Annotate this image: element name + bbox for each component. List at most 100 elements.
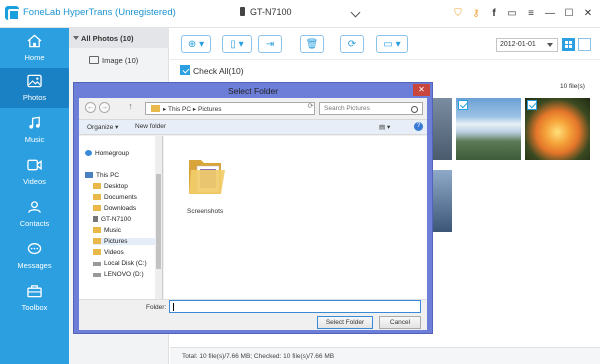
address-bar[interactable]: ▸ This PC ▸ Pictures xyxy=(145,102,315,115)
toolbox-button[interactable]: ▭ ▾ xyxy=(376,35,408,53)
cart-icon[interactable]: ⛉ xyxy=(451,6,465,20)
nav-item-label: This PC xyxy=(96,172,120,179)
back-icon[interactable]: ← xyxy=(85,102,96,113)
maximize-icon[interactable]: ☐ xyxy=(562,6,576,20)
contacts-icon xyxy=(28,201,41,213)
sidebar-item-label: Music xyxy=(24,135,45,144)
nav-item-device[interactable]: GT-N7100 xyxy=(93,216,131,223)
feedback-icon[interactable]: ▭ xyxy=(505,6,519,20)
folder-icon xyxy=(93,205,101,211)
nav-item-label: Music xyxy=(104,227,121,234)
refresh-icon[interactable]: ⟳ xyxy=(305,102,316,113)
sidebar-item-videos[interactable]: Videos xyxy=(0,152,69,192)
minimize-icon[interactable]: — xyxy=(543,6,557,20)
scrollbar[interactable] xyxy=(155,136,162,299)
date-select[interactable]: 2012-01-01 xyxy=(496,38,558,52)
view-options-icon[interactable]: ▤ ▾ xyxy=(379,123,390,131)
app-logo-icon xyxy=(5,6,20,21)
search-input[interactable]: Search Pictures xyxy=(319,102,423,115)
breadcrumb-this-pc[interactable]: This PC xyxy=(168,106,191,113)
home-icon xyxy=(27,34,42,48)
nav-item-desktop[interactable]: Desktop xyxy=(93,183,128,190)
export-to-pc-button[interactable]: ⇥ xyxy=(258,35,282,53)
nav-item-local-disk[interactable]: Local Disk (C:) xyxy=(93,260,147,267)
nav-item-label: Documents xyxy=(104,194,137,201)
image-icon xyxy=(89,56,99,64)
add-button[interactable]: ⊕ ▾ xyxy=(181,35,211,53)
nav-item-pictures[interactable]: Pictures xyxy=(93,238,155,245)
export-to-device-button[interactable]: ▯ ▾ xyxy=(222,35,252,53)
cancel-button[interactable]: Cancel xyxy=(379,316,421,329)
tree-item-image[interactable]: Image (10) xyxy=(89,56,138,65)
messages-icon xyxy=(27,243,42,255)
navigation-pane: Homegroup This PC Desktop Documents Down… xyxy=(79,136,163,299)
phone-icon xyxy=(93,216,98,222)
file-count: 10 file(s) xyxy=(560,83,585,90)
check-all-label: Check All(10) xyxy=(193,66,244,76)
photo-thumbnail[interactable] xyxy=(433,98,452,160)
phone-icon xyxy=(240,7,245,16)
tree-item-label: Image (10) xyxy=(102,56,139,65)
key-icon[interactable]: ⚷ xyxy=(469,6,483,20)
computer-icon xyxy=(85,172,93,178)
nav-item-music[interactable]: Music xyxy=(93,227,121,234)
photos-icon xyxy=(27,74,42,88)
nav-item-label: GT-N7100 xyxy=(101,216,131,223)
close-icon[interactable]: ✕ xyxy=(413,84,430,96)
nav-item-homegroup[interactable]: Homegroup xyxy=(85,150,129,157)
sidebar-item-messages[interactable]: Messages xyxy=(0,236,69,276)
breadcrumb-pictures[interactable]: Pictures xyxy=(198,106,221,113)
new-folder-button[interactable]: New folder xyxy=(135,123,166,130)
sidebar-item-contacts[interactable]: Contacts xyxy=(0,194,69,234)
select-folder-dialog: Select Folder ✕ ← → ↑ ▸ This PC ▸ Pictur… xyxy=(73,82,433,334)
photo-thumbnail[interactable] xyxy=(525,98,590,160)
chevron-down-icon[interactable] xyxy=(350,7,361,18)
nav-item-lenovo[interactable]: LENOVO (D:) xyxy=(93,271,144,278)
forward-icon[interactable]: → xyxy=(99,102,110,113)
app-title: FoneLab HyperTrans (Unregistered) xyxy=(23,7,176,18)
folder-input[interactable] xyxy=(169,300,421,313)
folder-field-label: Folder: xyxy=(146,304,167,311)
checkbox-icon[interactable] xyxy=(527,100,537,110)
checkbox-icon[interactable] xyxy=(458,100,468,110)
nav-item-this-pc[interactable]: This PC xyxy=(85,172,119,179)
refresh-button[interactable]: ⟳ xyxy=(340,35,364,53)
select-folder-button[interactable]: Select Folder xyxy=(317,316,373,329)
menu-icon[interactable]: ≡ xyxy=(524,6,538,20)
nav-item-label: Videos xyxy=(104,249,124,256)
grid-view-icon[interactable] xyxy=(562,38,575,51)
sidebar-item-photos[interactable]: Photos xyxy=(0,68,69,108)
music-icon xyxy=(29,116,40,129)
nav-item-videos[interactable]: Videos xyxy=(93,249,124,256)
sidebar-item-home[interactable]: Home xyxy=(0,28,69,68)
folder-label[interactable]: Screenshots xyxy=(187,208,223,215)
nav-item-downloads[interactable]: Downloads xyxy=(93,205,136,212)
dialog-footer: Folder: Select Folder Cancel xyxy=(79,299,427,330)
organize-menu[interactable]: Organize ▾ xyxy=(87,123,118,131)
check-all-checkbox[interactable]: Check All(10) xyxy=(180,65,244,76)
photo-thumbnail[interactable] xyxy=(456,98,521,160)
device-name: GT-N7100 xyxy=(250,7,292,17)
device-selector[interactable]: GT-N7100 xyxy=(240,7,292,17)
sidebar-item-label: Videos xyxy=(23,177,46,186)
folder-icon xyxy=(93,249,101,255)
title-bar: FoneLab HyperTrans (Unregistered) GT-N71… xyxy=(0,0,600,28)
sidebar-item-label: Photos xyxy=(22,93,47,102)
videos-icon xyxy=(27,159,42,171)
delete-button[interactable]: 🗑 xyxy=(300,35,324,53)
up-icon[interactable]: ↑ xyxy=(125,102,136,113)
photo-thumbnail[interactable] xyxy=(433,170,452,232)
facebook-icon[interactable]: f xyxy=(487,6,501,20)
tree-header[interactable]: All Photos (10) xyxy=(69,28,169,48)
sidebar-item-toolbox[interactable]: Toolbox xyxy=(0,278,69,318)
checkbox-icon xyxy=(180,65,190,75)
status-bar: Total: 10 file(s)/7.66 MB; Checked: 10 f… xyxy=(170,347,600,364)
close-icon[interactable]: ✕ xyxy=(581,6,595,20)
folder-icon[interactable] xyxy=(187,154,227,196)
nav-item-documents[interactable]: Documents xyxy=(93,194,137,201)
path-separator: ▸ xyxy=(163,106,167,113)
help-icon[interactable]: ? xyxy=(414,122,423,131)
sidebar-item-music[interactable]: Music xyxy=(0,110,69,150)
sidebar: Home Photos Music Videos Contacts Messag… xyxy=(0,28,69,364)
list-view-icon[interactable] xyxy=(578,38,591,51)
